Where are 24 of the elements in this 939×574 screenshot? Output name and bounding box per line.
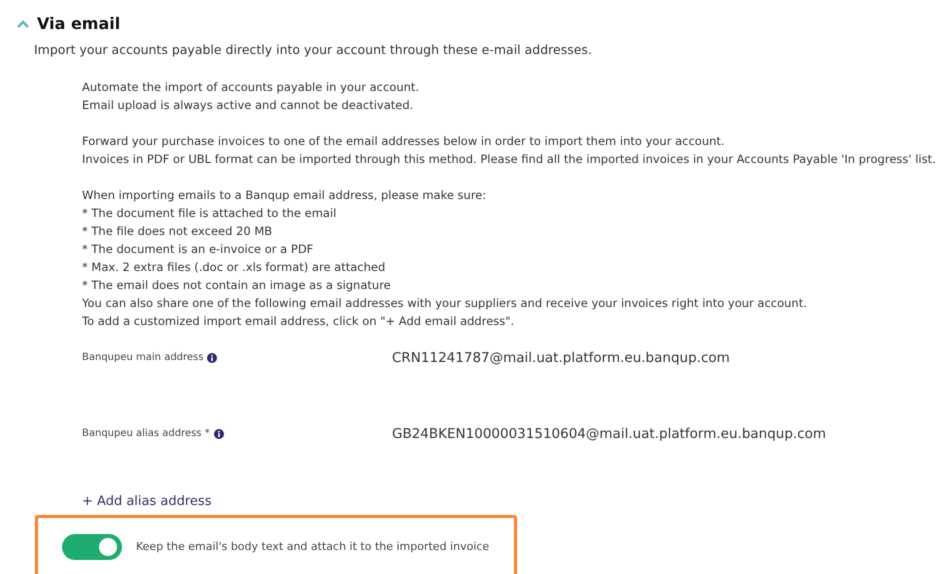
- add-alias-link[interactable]: + Add alias address: [82, 492, 212, 512]
- body-text: You can also share one of the following email addresses with your suppliers and receive your invoices right into your account.: [82, 294, 808, 312]
- info-icon[interactable]: [214, 428, 224, 439]
- body-text: * The file does not exceed 20 MB: [82, 222, 274, 240]
- field-label: Banqupeu alias address *: [82, 427, 210, 442]
- body-text: Invoices in PDF or UBL format can be imported through this method. Please find all the imported invoices in your Accounts Payable 'In progress' list.: [82, 150, 937, 168]
- body-text: Forward your purchase invoices to one of the email addresses below in order to import them into your account.: [82, 132, 726, 150]
- body-text: When importing emails to a Banqup email address, please make sure:: [82, 186, 488, 204]
- collapse-toggle[interactable]: [17, 20, 29, 28]
- body-text: * Max. 2 extra files (.doc or .xls format) are attached: [82, 258, 386, 276]
- email-address: CRN11241787@mail.uat.platform.eu.banqup.com: [392, 348, 730, 368]
- body-text: Automate the import of accounts payable in your account.: [82, 78, 420, 96]
- email-address: GB24BKEN10000031510604@mail.uat.platform.eu.banqup.com: [392, 424, 826, 444]
- body-text: * The document is an e-invoice or a PDF: [82, 240, 314, 258]
- section-subtitle: Import your accounts payable directly into your account through these e-mail addresses.: [34, 41, 593, 59]
- info-icon[interactable]: [207, 352, 218, 363]
- toggle-label: Keep the email's body text and attach it to the imported invoice: [136, 539, 490, 555]
- body-text: * The document file is attached to the email: [82, 204, 338, 222]
- body-text: * The email does not contain an image as a signature: [82, 276, 392, 294]
- field-label: Banqupeu main address: [82, 351, 204, 366]
- section-title: Via email: [37, 13, 120, 35]
- body-text: Email upload is always active and cannot be deactivated.: [82, 96, 414, 114]
- body-text: To add a customized import email address, click on "+ Add email address".: [82, 312, 516, 330]
- toggle-switch[interactable]: [62, 534, 122, 560]
